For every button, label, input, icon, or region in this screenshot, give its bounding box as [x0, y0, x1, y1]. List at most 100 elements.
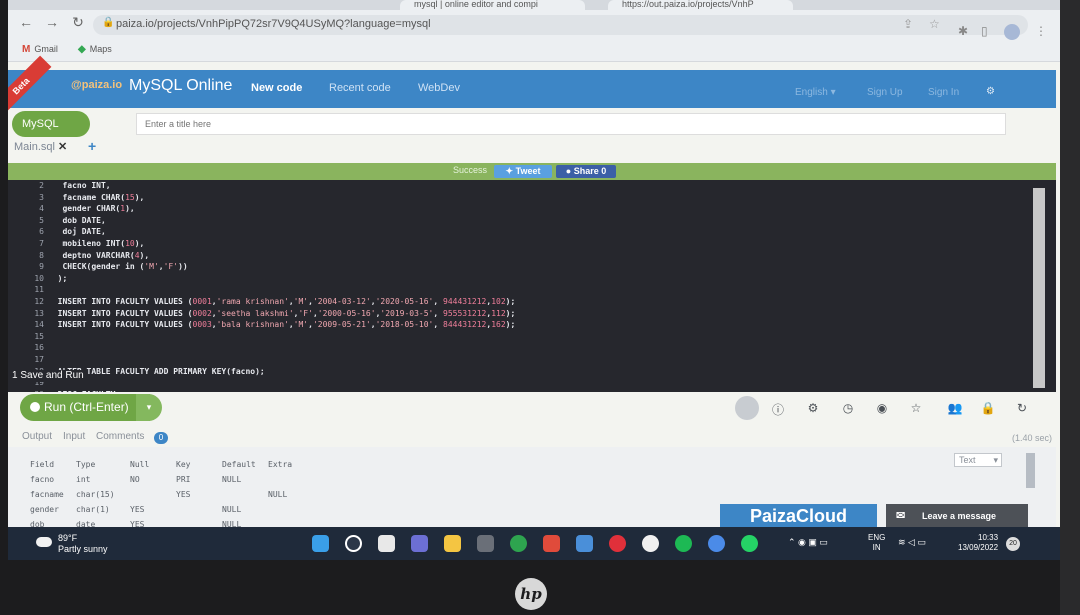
close-tab-icon[interactable]: ✕	[58, 141, 67, 153]
profile-avatar[interactable]	[1004, 24, 1020, 40]
autocomplete-popup[interactable]: 1 Save and Run	[8, 370, 84, 382]
code-token: INSERT INTO FACULTY VALUES (	[48, 296, 193, 306]
add-file-icon[interactable]: +	[88, 138, 96, 154]
code-token: CHECK(gender in (	[48, 262, 145, 272]
settings-icon[interactable]: ⚙	[805, 401, 821, 415]
line-number: 12	[34, 296, 44, 306]
nav-new-code[interactable]: New code	[251, 82, 302, 94]
file-tab[interactable]: Main.sql ✕	[14, 140, 67, 153]
bookmark-gmail[interactable]: M Gmail	[22, 44, 58, 55]
run-dropdown[interactable]: ▾	[136, 394, 162, 421]
search-icon[interactable]	[345, 535, 362, 552]
output-cell: char(1)	[76, 505, 110, 514]
leave-message-button[interactable]: ✉ Leave a message	[886, 504, 1028, 528]
weather-widget[interactable]: 89°F Partly sunny	[36, 533, 108, 555]
info-icon[interactable]: ⓘ	[770, 401, 786, 418]
star-icon[interactable]: ☆	[908, 401, 924, 415]
windows-taskbar: 89°F Partly sunny ⌃ ◉ ▣ ▭ ENG IN ≋ ◁ ▭ 10…	[8, 527, 1060, 560]
laptop-bezel	[1060, 0, 1080, 615]
output-cell: Key	[176, 460, 191, 469]
address-bar[interactable]: 🔒 paiza.io/projects/VnhPipPQ72sr7V9Q4USy…	[93, 15, 1028, 35]
user-avatar-icon[interactable]	[735, 396, 759, 420]
output-scrollbar[interactable]	[1026, 453, 1035, 488]
nav-recent-code[interactable]: Recent code	[329, 82, 391, 94]
bookmark-star-icon[interactable]: ☆	[929, 17, 940, 31]
share-page-icon[interactable]: ⇪	[903, 17, 913, 31]
code-area[interactable]: facno INT, facname CHAR(15), gender CHAR…	[48, 180, 1048, 392]
facebook-share-button[interactable]: ● Share 0	[556, 165, 616, 178]
extension-icon[interactable]: ✱	[958, 24, 968, 38]
file-tab-label: Main.sql	[14, 141, 55, 153]
browser-tab[interactable]: https://out.paiza.io/projects/VnhP	[608, 0, 793, 10]
code-token: 15	[125, 192, 135, 202]
code-token: 'seetha lakshmi'	[216, 308, 294, 318]
output-cell: YES	[176, 490, 191, 499]
wifi-sound-battery-icons[interactable]: ≋ ◁ ▭	[898, 537, 926, 548]
reload-icon[interactable]: ↻	[68, 14, 88, 31]
tab-input[interactable]: Input	[63, 431, 85, 442]
tweet-button[interactable]: ✦ Tweet	[494, 165, 552, 178]
output-cell: YES	[130, 505, 145, 514]
file-explorer-icon[interactable]	[444, 535, 461, 552]
code-token: ),	[125, 204, 135, 214]
input-language[interactable]: ENG IN	[868, 533, 885, 553]
history-icon[interactable]: ◷	[840, 401, 856, 415]
teams-icon[interactable]	[411, 535, 428, 552]
windows-start-icon[interactable]	[312, 535, 329, 552]
notifications-badge[interactable]: 20	[1006, 537, 1020, 551]
clock[interactable]: 10:33 13/09/2022	[958, 533, 998, 553]
app-icon[interactable]	[576, 535, 593, 552]
back-icon[interactable]: ←	[16, 14, 36, 30]
title-input[interactable]	[136, 113, 1006, 135]
tab-comments[interactable]: Comments	[96, 431, 144, 442]
code-token: ,	[433, 320, 444, 330]
line-number-gutter: 234567891011121314151617181920	[8, 180, 46, 392]
code-line: dob DATE,	[48, 215, 1048, 227]
language-dropdown[interactable]: English ▾	[795, 87, 836, 98]
weather-text: Partly sunny	[58, 544, 108, 554]
store-icon[interactable]	[477, 535, 494, 552]
chrome-icon[interactable]	[708, 535, 725, 552]
paizacloud-banner[interactable]: PaizaCloud	[720, 504, 877, 528]
spotify-icon[interactable]	[675, 535, 692, 552]
task-view-icon[interactable]	[378, 535, 395, 552]
code-line: facname CHAR(15),	[48, 192, 1048, 204]
sign-in-link[interactable]: Sign In	[928, 87, 959, 98]
refresh-icon[interactable]: ↻	[1014, 401, 1030, 415]
menu-kebab-icon[interactable]: ⋮	[1035, 24, 1047, 38]
tab-output[interactable]: Output	[22, 431, 52, 442]
bookmark-maps[interactable]: ◆ Maps	[78, 44, 112, 55]
opera-icon[interactable]	[609, 535, 626, 552]
language-select-button[interactable]: MySQL	[12, 111, 90, 137]
format-select[interactable]: Text ▾	[954, 453, 1002, 467]
github-icon[interactable]: ◉	[874, 401, 890, 415]
code-token: mobileno INT(	[48, 238, 126, 248]
edge-icon[interactable]	[510, 535, 527, 552]
line-number: 3	[39, 192, 44, 202]
temperature: 89°F	[58, 533, 78, 543]
code-editor[interactable]: 234567891011121314151617181920 facno INT…	[8, 180, 1056, 392]
browser-tab[interactable]: mysql | online editor and compi	[400, 0, 585, 10]
app-icon[interactable]	[642, 535, 659, 552]
code-token: ),	[134, 192, 145, 202]
sign-up-link[interactable]: Sign Up	[867, 87, 903, 98]
settings-icon[interactable]: ⚙	[986, 86, 995, 97]
code-token: 102	[491, 296, 506, 306]
app-icon[interactable]	[543, 535, 560, 552]
code-token: 'rama krishnan'	[216, 296, 289, 306]
sidepanel-icon[interactable]: ▯	[981, 24, 988, 38]
code-token: gender CHAR(	[48, 204, 121, 214]
nav-webdev[interactable]: WebDev	[418, 82, 460, 94]
whatsapp-icon[interactable]	[741, 535, 758, 552]
editor-scrollbar[interactable]	[1033, 188, 1045, 388]
run-button[interactable]: Run (Ctrl-Enter)	[20, 394, 150, 421]
system-tray-icons[interactable]: ⌃ ◉ ▣ ▭	[788, 537, 828, 548]
hp-logo: hp	[515, 578, 547, 610]
forward-icon[interactable]: →	[42, 14, 62, 30]
paiza-logo[interactable]: @paiza.io	[71, 79, 122, 91]
users-icon[interactable]: 👥	[942, 401, 968, 415]
cloud-icon	[36, 537, 52, 547]
beta-ribbon: Beta	[8, 55, 52, 117]
lock-icon[interactable]: 🔒	[980, 401, 996, 415]
